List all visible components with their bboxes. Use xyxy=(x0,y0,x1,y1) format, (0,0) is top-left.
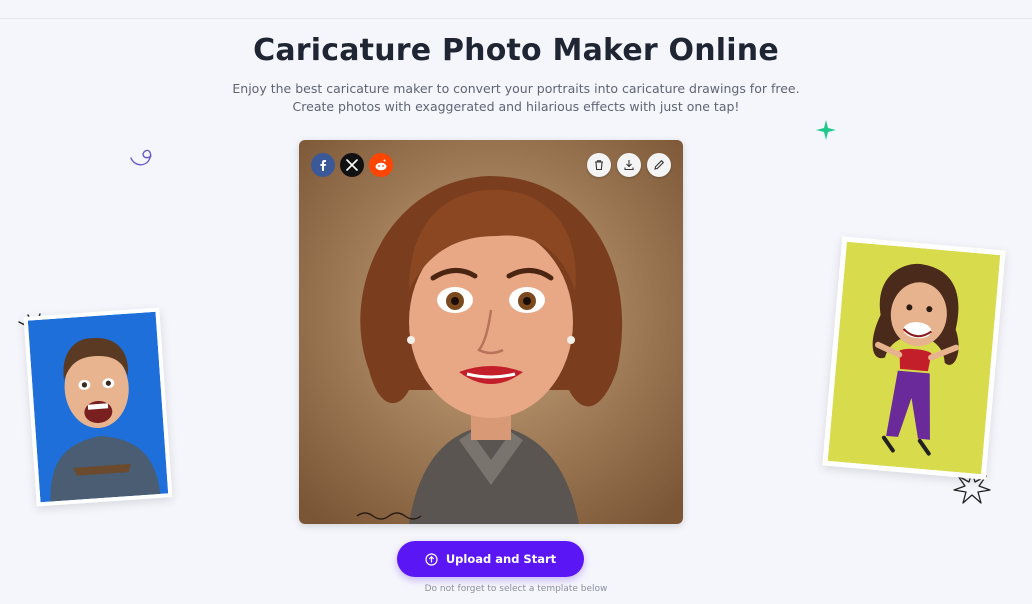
header-divider xyxy=(0,18,1032,19)
edit-pencil-icon[interactable] xyxy=(647,153,671,177)
caricature-preview-image xyxy=(299,140,683,524)
delete-icon[interactable] xyxy=(587,153,611,177)
page-subtitle: Enjoy the best caricature maker to conve… xyxy=(0,80,1032,116)
upload-and-start-button[interactable]: Upload and Start xyxy=(397,541,584,577)
download-icon[interactable] xyxy=(617,153,641,177)
page-title: Caricature Photo Maker Online xyxy=(253,33,779,68)
caricature-preview xyxy=(299,140,683,524)
caricature-woman-image xyxy=(827,241,1001,475)
sparkle-icon xyxy=(816,120,836,140)
subtitle-line-1: Enjoy the best caricature maker to conve… xyxy=(232,81,800,96)
example-caricature-woman-card xyxy=(822,236,1006,480)
x-share-icon[interactable] xyxy=(340,153,364,177)
upload-button-label: Upload and Start xyxy=(445,552,557,566)
example-caricature-man-card xyxy=(23,307,173,507)
caricature-man-image xyxy=(27,311,169,503)
subtitle-line-2: Create photos with exaggerated and hilar… xyxy=(292,99,740,114)
facebook-share-icon[interactable] xyxy=(311,153,335,177)
template-hint-text: Do not forget to select a template below xyxy=(424,584,608,594)
reddit-share-icon[interactable] xyxy=(369,153,393,177)
upload-icon xyxy=(425,552,438,566)
swirl-doodle-icon xyxy=(130,149,152,166)
